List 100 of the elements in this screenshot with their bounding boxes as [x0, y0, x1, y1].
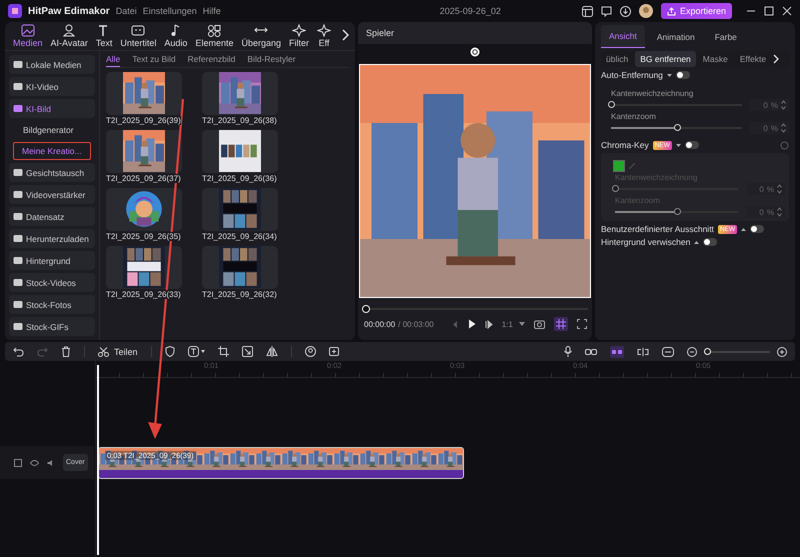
crop-icon[interactable] — [218, 346, 229, 357]
sidebar-item[interactable]: Gesichtstausch — [9, 163, 95, 182]
menu-item[interactable]: Datei — [116, 6, 137, 16]
media-thumbnail[interactable] — [202, 130, 278, 173]
sidebar-item[interactable]: Videoverstärker — [9, 185, 95, 204]
slider-thumb[interactable] — [674, 208, 680, 215]
sub-tab[interactable]: BG entfernen — [635, 51, 696, 67]
stepper-icon[interactable] — [781, 123, 786, 133]
text-box-icon[interactable] — [188, 346, 205, 357]
toggle-switch[interactable] — [684, 141, 699, 149]
toolbar-tab[interactable]: AI-Avatar — [46, 24, 92, 48]
sidebar-item[interactable]: Herunterzuladen — [9, 229, 95, 248]
toolbar-tab[interactable]: Text — [92, 24, 116, 48]
toolbar-tab[interactable]: Übergang — [237, 24, 286, 48]
sidebar-item[interactable]: Hintergrund — [9, 251, 95, 270]
upload-icon — [666, 6, 676, 16]
undo-icon[interactable] — [13, 346, 24, 356]
media-category-tab[interactable]: Alle — [106, 51, 120, 67]
media-label: T2I_2025_09_26(37) — [106, 174, 181, 183]
sidebar-item[interactable]: Lokale Medien — [9, 55, 95, 74]
menu-item[interactable]: Einstellungen — [142, 6, 197, 16]
stepper-icon[interactable] — [777, 207, 782, 217]
zoom-handle[interactable] — [704, 348, 711, 354]
stepper-icon[interactable] — [781, 100, 786, 110]
shield-icon[interactable] — [164, 346, 175, 357]
download-icon[interactable] — [620, 6, 631, 16]
split-button[interactable]: Teilen — [98, 346, 138, 356]
media-thumbnail[interactable] — [106, 246, 182, 289]
sidebar-subitem[interactable]: Bildgenerator — [9, 121, 95, 139]
media-thumbnail[interactable] — [106, 130, 182, 173]
toggle-switch[interactable] — [676, 71, 690, 79]
media-category-tab[interactable]: Bild-Restyler — [247, 51, 296, 67]
sidebar-item[interactable]: Stock-GIFs — [9, 317, 95, 336]
slider-thumb[interactable] — [608, 101, 615, 108]
sidebar-item[interactable]: Datensatz — [9, 207, 95, 226]
export-button[interactable]: Exportieren — [660, 3, 732, 19]
color-swatch[interactable] — [613, 160, 625, 172]
mirror-icon[interactable] — [266, 346, 278, 357]
caret-icon[interactable] — [694, 240, 700, 244]
fullscreen-icon[interactable] — [576, 319, 587, 329]
zoom-out-icon[interactable] — [687, 346, 697, 356]
chevron-right-icon[interactable] — [341, 29, 349, 41]
toolbar-tab[interactable]: Untertitel — [116, 24, 160, 48]
media-thumbnail[interactable] — [202, 72, 278, 115]
media-category-tab[interactable]: Referenzbild — [188, 51, 236, 67]
media-thumbnail[interactable] — [106, 72, 182, 115]
next-frame-icon[interactable] — [484, 320, 493, 328]
speaker-icon[interactable] — [47, 458, 55, 466]
zoom-in-icon[interactable] — [777, 346, 787, 356]
camera-icon[interactable] — [534, 319, 545, 329]
microphone-icon[interactable] — [564, 346, 572, 357]
caret-icon[interactable] — [741, 228, 746, 230]
avatar-icon[interactable] — [638, 4, 653, 18]
category-icon — [13, 300, 23, 309]
chat-icon[interactable] — [600, 6, 612, 16]
sidebar-item[interactable]: KI-Bild — [9, 99, 95, 118]
inspector-tab[interactable]: Ansicht — [601, 25, 645, 48]
eye-icon[interactable] — [30, 458, 39, 466]
sidebar-item[interactable]: KI-Video — [9, 77, 95, 96]
resize-icon[interactable] — [242, 346, 253, 357]
media-thumbnail[interactable] — [202, 246, 278, 289]
toggle-switch[interactable] — [703, 238, 718, 246]
slider-thumb[interactable] — [674, 124, 680, 131]
maximize-icon[interactable] — [764, 6, 774, 16]
progress-handle[interactable] — [362, 304, 370, 312]
link-icon[interactable] — [585, 348, 597, 356]
sidebar-item[interactable]: Stock-Videos — [9, 273, 95, 292]
toolbar-tab[interactable]: Medien — [9, 24, 47, 48]
play-icon[interactable] — [468, 319, 476, 329]
menu-item[interactable]: Hilfe — [202, 6, 221, 16]
caret-icon[interactable] — [676, 144, 681, 146]
sub-tab[interactable]: Maske — [698, 51, 733, 67]
aspect-ratio-dropdown[interactable]: 1:1 — [502, 320, 525, 328]
inspector-tab[interactable]: Farbe — [706, 25, 745, 48]
screen-add-icon[interactable] — [328, 346, 341, 357]
stepper-icon[interactable] — [777, 184, 782, 194]
sidebar-item[interactable]: Stock-Fotos — [9, 295, 95, 314]
caret-icon[interactable] — [666, 74, 672, 76]
sidebar-subitem[interactable]: Meine Kreatio... — [13, 142, 91, 160]
layout-icon[interactable] — [582, 6, 593, 16]
rotate-handle-icon[interactable] — [470, 47, 480, 57]
shapes-icon — [207, 24, 222, 37]
close-icon[interactable] — [782, 6, 792, 16]
media-thumbnail[interactable] — [202, 188, 278, 231]
trash-icon[interactable] — [61, 346, 71, 357]
toolbar-tab[interactable]: Filter — [285, 24, 314, 48]
sub-tab[interactable]: üblich — [601, 51, 634, 67]
grid-icon[interactable] — [554, 317, 568, 331]
slider-thumb[interactable] — [612, 185, 619, 192]
film-icon[interactable] — [14, 458, 22, 466]
toolbar-tab[interactable]: Eff — [313, 24, 336, 48]
category-icon — [13, 82, 23, 91]
sub-tab[interactable]: Effekte — [734, 51, 772, 67]
chevron-right-icon[interactable] — [773, 54, 780, 64]
toolbar-tab[interactable]: Elemente — [191, 24, 238, 48]
toggle-switch[interactable] — [750, 225, 764, 233]
inspector-tab[interactable]: Animation — [648, 25, 703, 48]
media-category-tab[interactable]: Text zu Bild — [132, 51, 176, 67]
media-thumbnail[interactable] — [106, 188, 182, 231]
toolbar-tab[interactable]: Audio — [160, 24, 192, 48]
